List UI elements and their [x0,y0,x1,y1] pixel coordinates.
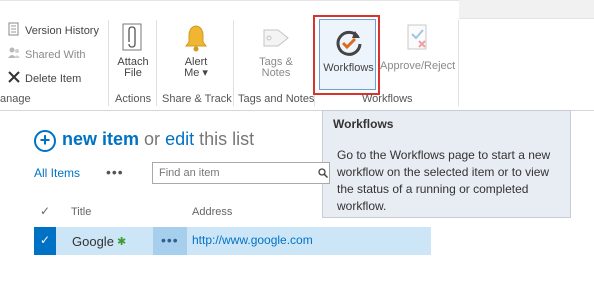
search-icon[interactable] [318,168,328,178]
attach-file-button[interactable]: Attach File [114,22,152,79]
workflows-group-label: Workflows [362,93,413,105]
bell-icon [185,25,207,52]
row-menu-ellipsis[interactable]: ••• [161,232,179,248]
tags-notes-label-2: Notes [261,67,291,79]
workflows-button[interactable]: Workflows [321,27,376,74]
view-tab-all-items[interactable]: All Items [34,166,80,180]
new-item-badge-icon: ✱ [117,236,127,248]
column-header-address[interactable]: Address [192,206,232,218]
ribbon-separator [156,20,157,106]
version-history-button[interactable]: Version History [7,22,99,40]
alert-me-button[interactable]: Alert Me ▾ [174,22,218,79]
more-views-button[interactable]: ••• [106,164,124,180]
manage-group-label: anage [0,93,31,105]
tag-icon [263,29,289,47]
tags-notes-button[interactable]: Tags & Notes [253,22,299,79]
shared-with-label: Shared With [25,49,86,61]
new-item-link[interactable]: new item [62,129,139,149]
ribbon-separator [108,20,109,106]
approve-reject-icon [407,24,427,50]
shared-with-button[interactable]: Shared With [7,46,86,64]
row-checkbox[interactable]: ✓ [34,227,56,255]
approve-reject-button[interactable]: Approve/Reject [380,22,456,72]
workflow-icon [336,30,361,56]
actions-group-label: Actions [115,93,152,105]
version-history-icon [8,22,19,36]
alert-me-label-2: Me ▾ [184,67,208,79]
ribbon-tab-strip [459,0,594,19]
edit-link[interactable]: edit [165,129,194,149]
workflows-tooltip: Workflows Go to the Workflows page to st… [322,110,571,218]
row-title-link[interactable]: Google [72,234,114,249]
row-address-link[interactable]: http://www.google.com [192,233,313,247]
ribbon-separator [233,20,234,106]
ribbon-separator [458,20,459,106]
ribbon: Version History Shared With Delete Item … [0,0,594,111]
delete-x-icon [8,71,20,83]
delete-item-label: Delete Item [25,73,82,85]
approve-reject-label: Approve/Reject [380,60,456,72]
new-item-heading: + new item or edit this list [34,129,254,152]
search-input[interactable] [152,162,330,184]
tooltip-title: Workflows [333,117,394,131]
people-icon [8,47,20,58]
select-all-checkbox[interactable]: ✓ [40,204,50,218]
paperclip-icon [122,23,142,51]
version-history-label: Version History [25,25,99,37]
tooltip-body: Go to the Workflows page to start a new … [337,148,551,213]
plus-circle-icon[interactable]: + [34,130,56,152]
delete-item-button[interactable]: Delete Item [7,70,81,88]
tags-notes-group-label: Tags and Notes [238,93,315,105]
check-icon: ✓ [40,233,51,247]
column-header-title[interactable]: Title [71,206,91,218]
workflows-label: Workflows [323,62,374,74]
or-text: or [144,129,161,149]
attach-file-label-2: File [124,67,142,79]
this-list-text: this list [199,129,255,149]
share-track-group-label: Share & Track [162,93,232,105]
